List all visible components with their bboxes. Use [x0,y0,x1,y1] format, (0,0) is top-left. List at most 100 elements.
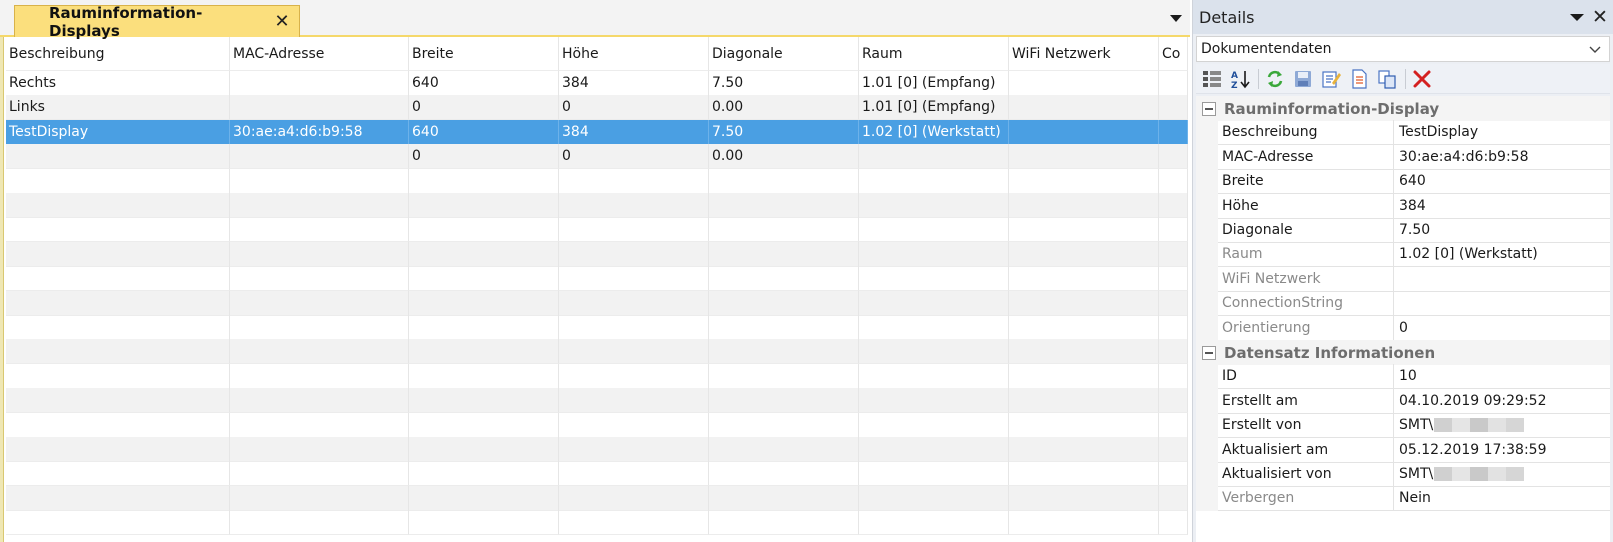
property-value[interactable]: 30:ae:a4:d6:b9:58 [1394,145,1610,170]
property-category[interactable]: Datensatz Informationen [1196,340,1610,365]
empty-row[interactable] [6,217,1188,243]
row-gutter [1196,462,1218,487]
tab-rauminformation-displays[interactable]: Rauminformation-Displays ✕ [14,4,300,40]
close-icon[interactable]: ✕ [1590,7,1610,27]
table-cell [1159,71,1188,96]
property-category[interactable]: Rauminformation-Display [1196,96,1610,121]
column-header[interactable]: Co [1159,37,1188,71]
table-cell [1009,290,1159,316]
empty-row[interactable] [6,485,1188,511]
table-cell [230,95,409,121]
table-row[interactable]: TestDisplay 30:ae:a4:d6:b9:58 640 384 7.50 1.… [6,119,1188,145]
dropdown-arrow-icon[interactable] [1568,8,1586,26]
property-grid[interactable]: Rauminformation-Display Beschreibung TestD… [1196,96,1610,542]
column-header[interactable]: Raum [859,37,1009,71]
table-cell [1159,266,1188,292]
table-cell: 1.01 [0] (Empfang) [859,71,1009,96]
table-cell [230,168,409,194]
column-header[interactable]: Höhe [559,37,709,71]
property-row[interactable]: Aktualisiert am 05.12.2019 17:38:59 [1196,437,1610,463]
copy-icon[interactable] [1375,67,1399,91]
empty-row[interactable] [6,290,1188,316]
empty-row[interactable] [6,339,1188,365]
sort-az-icon[interactable]: A Z [1228,67,1252,91]
property-row[interactable]: ConnectionString [1196,291,1610,317]
property-value[interactable]: 05.12.2019 17:38:59 [1394,438,1610,463]
table-row[interactable]: 0 0 0.00 [6,144,1188,170]
property-row[interactable]: Erstellt von SMT\ [1196,413,1610,439]
column-header[interactable]: MAC-Adresse [230,37,409,71]
property-value[interactable]: 640 [1394,169,1610,195]
table-cell [1159,485,1188,511]
property-value[interactable]: 384 [1394,194,1610,219]
categorized-icon[interactable] [1200,67,1224,91]
new-document-icon[interactable] [1347,67,1371,91]
delete-icon[interactable] [1410,67,1434,91]
save-icon[interactable] [1291,67,1315,91]
empty-row[interactable] [6,241,1188,267]
property-row[interactable]: Orientierung 0 [1196,315,1610,341]
empty-row[interactable] [6,437,1188,462]
edit-icon[interactable] [1319,67,1343,91]
property-name: Raum [1218,242,1394,268]
collapse-toggle-icon[interactable] [1202,345,1216,360]
property-value[interactable]: 10 [1394,364,1610,390]
column-header[interactable]: Beschreibung [6,37,230,71]
table-row[interactable]: Rechts 640 384 7.50 1.01 [0] (Empfang) [6,71,1188,96]
property-value[interactable]: 0 [1394,316,1610,341]
property-name: Beschreibung [1218,120,1394,146]
property-row[interactable]: Beschreibung TestDisplay [1196,120,1610,146]
row-gutter [1196,120,1218,146]
property-value[interactable] [1394,291,1610,317]
table-cell [1159,168,1188,194]
table-cell [559,266,709,292]
empty-row[interactable] [6,461,1188,487]
table-cell [409,363,559,389]
property-row[interactable]: Verbergen Nein [1196,486,1610,512]
property-row[interactable]: Erstellt am 04.10.2019 09:29:52 [1196,388,1610,414]
refresh-icon[interactable] [1263,67,1287,91]
table-cell [1009,510,1159,536]
collapse-toggle-icon[interactable] [1202,101,1216,116]
empty-row[interactable] [6,363,1188,389]
property-row[interactable]: Raum 1.02 [0] (Werkstatt) [1196,242,1610,268]
grid-header: Beschreibung MAC-Adresse Breite Höhe Diagona… [6,37,1188,71]
table-row[interactable]: Links 0 0 0.00 1.01 [0] (Empfang) [6,95,1188,121]
property-row[interactable]: Diagonale 7.50 [1196,218,1610,243]
property-row[interactable]: Höhe 384 [1196,193,1610,219]
property-value[interactable]: TestDisplay [1394,120,1610,146]
table-cell [1159,193,1188,218]
empty-row[interactable] [6,266,1188,292]
property-name: WiFi Netzwerk [1218,266,1394,292]
row-gutter [1196,291,1218,317]
property-row[interactable]: WiFi Netzwerk [1196,266,1610,292]
empty-row[interactable] [6,168,1188,194]
property-value[interactable]: Nein [1394,486,1610,512]
column-header[interactable]: Breite [409,37,559,71]
empty-row[interactable] [6,388,1188,414]
dropdown-arrow-icon[interactable] [1168,10,1184,26]
close-icon[interactable]: ✕ [269,9,295,35]
empty-row[interactable] [6,193,1188,218]
table-cell [409,266,559,292]
table-cell [709,388,859,414]
redacted-text [1434,418,1525,433]
property-value[interactable]: SMT\ [1394,413,1610,439]
empty-row[interactable] [6,412,1188,438]
property-value[interactable]: 1.02 [0] (Werkstatt) [1394,242,1610,268]
property-value[interactable]: SMT\ [1394,462,1610,487]
empty-row[interactable] [6,510,1188,536]
table-cell [709,339,859,365]
property-value[interactable]: 7.50 [1394,218,1610,243]
column-header[interactable]: WiFi Netzwerk [1009,37,1159,71]
property-row[interactable]: Aktualisiert von SMT\ [1196,462,1610,487]
property-value[interactable]: 04.10.2019 09:29:52 [1394,389,1610,414]
property-value[interactable] [1394,267,1610,292]
property-row[interactable]: ID 10 [1196,364,1610,390]
document-data-select[interactable]: Dokumentendaten [1196,36,1610,62]
property-row[interactable]: MAC-Adresse 30:ae:a4:d6:b9:58 [1196,144,1610,170]
property-row[interactable]: Breite 640 [1196,169,1610,195]
data-grid[interactable]: Beschreibung MAC-Adresse Breite Höhe Diagona… [6,37,1188,542]
column-header[interactable]: Diagonale [709,37,859,71]
empty-row[interactable] [6,315,1188,340]
